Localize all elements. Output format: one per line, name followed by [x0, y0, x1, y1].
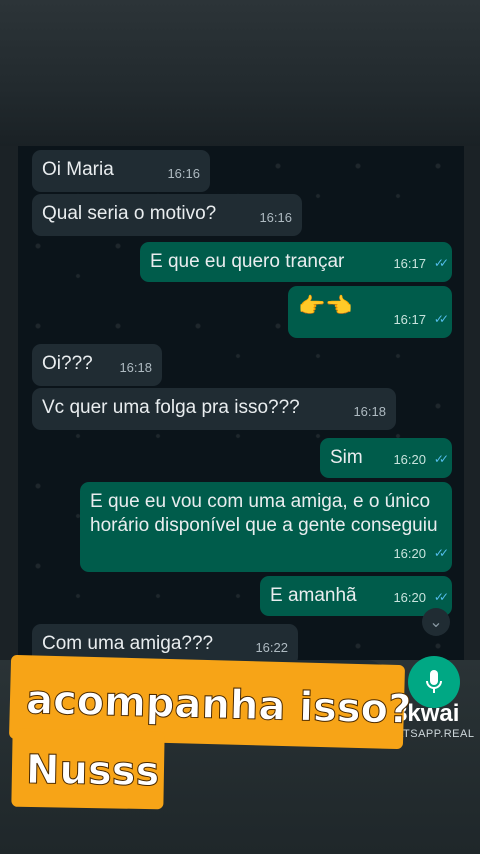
message-text: E amanhã: [270, 585, 357, 606]
message-outgoing[interactable]: Sim 16:20 ✓✓: [320, 438, 452, 478]
message-incoming[interactable]: Com uma amiga??? 16:22: [32, 624, 298, 660]
mic-icon: [426, 670, 442, 693]
double-check-icon: ✓✓: [433, 312, 449, 326]
message-text: 👉👈: [298, 293, 353, 318]
message-incoming[interactable]: Vc quer uma folga pra isso??? 16:18: [32, 388, 396, 430]
message-text: E que eu quero trançar: [150, 251, 345, 272]
double-check-icon: ✓✓: [433, 256, 449, 270]
message-outgoing[interactable]: E amanhã 16:20 ✓✓: [260, 576, 452, 616]
double-check-icon: ✓✓: [433, 590, 449, 604]
message-time: 16:20: [393, 452, 426, 467]
caption-line-2: Nusss: [25, 746, 160, 796]
message-time: 16:20: [393, 546, 426, 561]
message-time: 16:16: [259, 210, 292, 225]
message-time: 16:22: [255, 640, 288, 655]
message-outgoing[interactable]: E que eu vou com uma amiga, e o único ho…: [80, 482, 452, 572]
double-check-icon: ✓✓: [433, 546, 449, 560]
message-incoming[interactable]: Oi??? 16:18: [32, 344, 162, 386]
message-time: 16:20: [393, 590, 426, 605]
video-top-blur: [0, 0, 480, 146]
message-text: Qual seria o motivo?: [42, 203, 217, 224]
message-outgoing[interactable]: 👉👈 16:17 ✓✓: [288, 286, 452, 338]
message-incoming[interactable]: Qual seria o motivo? 16:16: [32, 194, 302, 236]
message-text: E que eu vou com uma amiga, e o único ho…: [90, 491, 438, 536]
message-text: Vc quer uma folga pra isso???: [42, 397, 300, 418]
message-outgoing[interactable]: E que eu quero trançar 16:17 ✓✓: [140, 242, 452, 282]
message-time: 16:17: [393, 256, 426, 271]
message-time: 16:16: [167, 166, 200, 181]
message-text: Sim: [330, 447, 363, 468]
chevron-down-icon[interactable]: ⌄: [422, 608, 450, 636]
message-time: 16:17: [393, 312, 426, 327]
message-text: Com uma amiga???: [42, 633, 214, 654]
kwai-brand: kwai: [407, 700, 460, 727]
double-check-icon: ✓✓: [433, 452, 449, 466]
message-text: Oi???: [42, 353, 93, 374]
message-text: Oi Maria: [42, 159, 114, 180]
message-time: 16:18: [119, 360, 152, 375]
message-time: 16:18: [353, 404, 386, 419]
message-incoming[interactable]: Oi Maria 16:16: [32, 150, 210, 192]
chat-screen: Oi Maria 16:16 Qual seria o motivo? 16:1…: [18, 146, 464, 660]
